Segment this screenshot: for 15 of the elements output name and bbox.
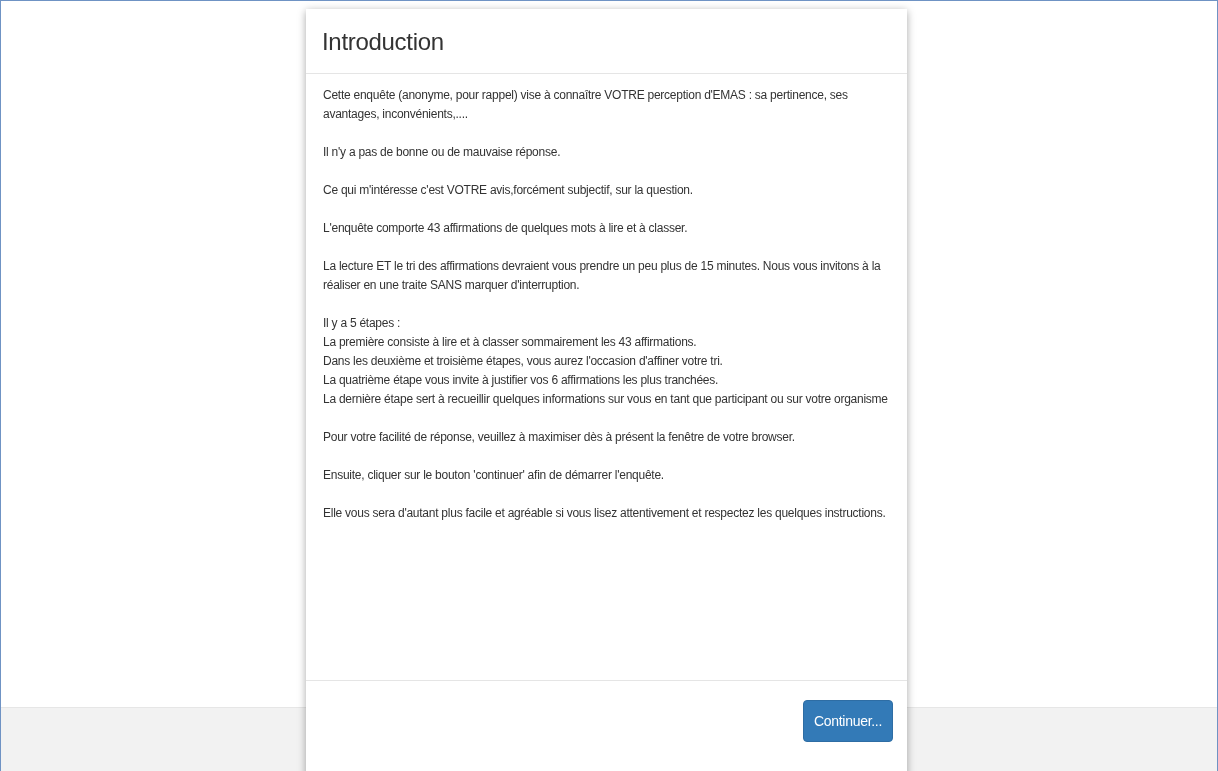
paragraph: L'enquête comporte 43 affirmations de quelques mots à lire et à classer. <box>323 220 689 237</box>
paragraph: Il y a 5 étapes : <box>323 315 402 332</box>
paragraph: La première consiste à lire et à classer sommairement les 43 affirmations. <box>323 334 698 351</box>
paragraph: Dans les deuxième et troisième étapes, vous aurez l'occasion d'affiner votre tri. <box>323 353 724 370</box>
continue-button[interactable]: Continuer... <box>803 700 893 742</box>
paragraph: Cette enquête (anonyme, pour rappel) vise à connaître VOTRE perception d'EMAS : sa pertinence, ses avantages, inconvénients,.... <box>323 87 849 123</box>
paragraph: Il n'y a pas de bonne ou de mauvaise réponse. <box>323 144 562 161</box>
dialog-title: Introduction <box>322 27 445 57</box>
paragraph: Pour votre facilité de réponse, veuillez à maximiser dès à présent la fenêtre de votre browser. <box>323 429 796 446</box>
paragraph: Ensuite, cliquer sur le bouton 'continuer' afin de démarrer l'enquête. <box>323 467 665 484</box>
paragraph: Elle vous sera d'autant plus facile et agréable si vous lisez attentivement et respectez les quelques instructions. <box>323 505 887 522</box>
paragraph: Ce qui m'intéresse c'est VOTRE avis,forcément subjectif, sur la question. <box>323 182 694 199</box>
paragraph: La quatrième étape vous invite à justifier vos 6 affirmations les plus tranchées. <box>323 372 720 389</box>
paragraph: La dernière étape sert à recueillir quelques informations sur vous en tant que participant ou sur votre organisme <box>323 391 889 408</box>
paragraph: La lecture ET le tri des affirmations devraient vous prendre un peu plus de 15 minutes. Nous vous invitons à la réaliser en une traite SANS marquer d'interruption. <box>323 258 882 294</box>
